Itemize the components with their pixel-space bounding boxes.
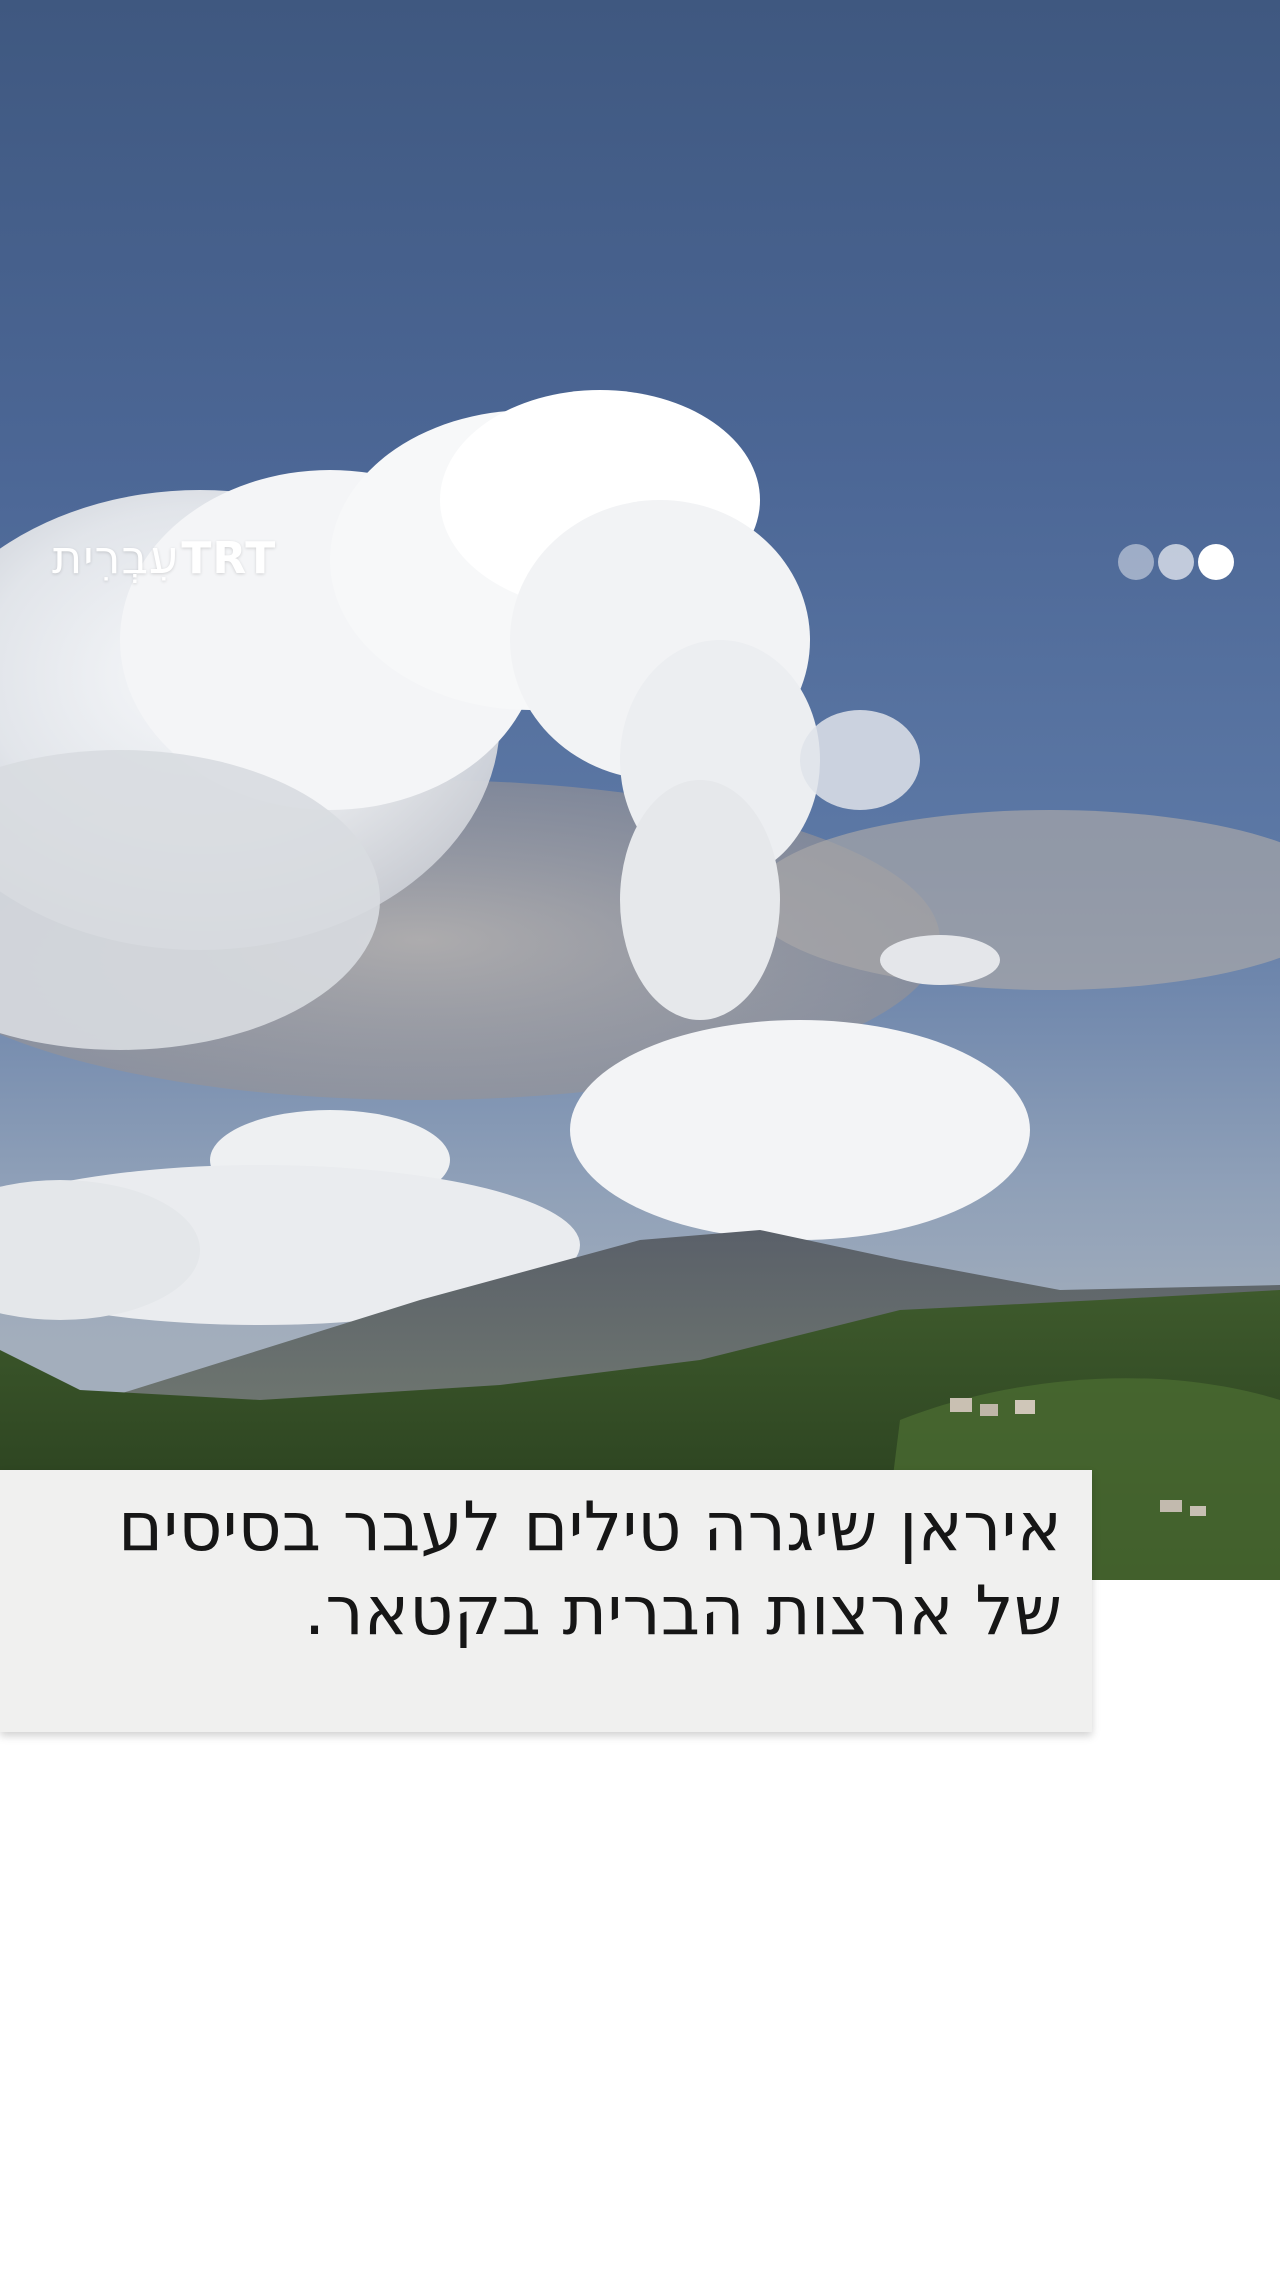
pager-dot-3[interactable] [1118, 544, 1154, 580]
caption-box: איראן שיגרה טילים לעבר בסיסים של ארצות ה… [0, 1470, 1092, 1732]
hero-photo-illustration [0, 390, 1280, 1580]
pager-dot-2[interactable] [1158, 544, 1194, 580]
caption-headline: איראן שיגרה טילים לעבר בסיסים של ארצות ה… [118, 1488, 1062, 1651]
brand-latin-wordmark: TRT [181, 533, 277, 584]
story-page: עִבְרִית TRT איראן שיגרה טילים לעבר בסיס… [0, 0, 1280, 2276]
story-pager-dots [1118, 544, 1234, 580]
hero-photo-volcano-eruption: עִבְרִית TRT [0, 0, 1280, 1580]
brand-hebrew-wordmark: עִבְרִית [52, 530, 180, 584]
trt-hebrew-logo: עִבְרִית TRT [52, 530, 276, 584]
pager-dot-1-active[interactable] [1198, 544, 1234, 580]
